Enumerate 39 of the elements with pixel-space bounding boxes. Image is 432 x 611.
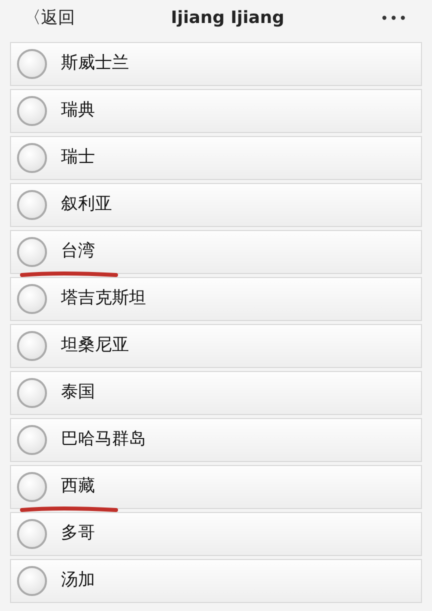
option-row[interactable]: 巴哈马群岛 [10, 418, 422, 462]
option-label: 泰国 [61, 381, 95, 404]
option-label: 汤加 [61, 569, 95, 592]
radio-button[interactable] [17, 472, 47, 502]
radio-button[interactable] [17, 49, 47, 79]
option-label: 叙利亚 [61, 193, 112, 216]
radio-button[interactable] [17, 425, 47, 455]
back-link[interactable]: 〈返回 [24, 6, 75, 32]
radio-button[interactable] [17, 378, 47, 408]
radio-button[interactable] [17, 519, 47, 549]
radio-button[interactable] [17, 96, 47, 126]
radio-button[interactable] [17, 331, 47, 361]
option-row[interactable]: 汤加 [10, 559, 422, 603]
option-row[interactable]: 多哥 [10, 512, 422, 556]
option-row[interactable]: 斯威士兰 [10, 42, 422, 86]
option-row[interactable]: 坦桑尼亚 [10, 324, 422, 368]
page-title: Ijiang Ijiang [170, 7, 284, 30]
option-label: 塔吉克斯坦 [61, 287, 146, 310]
option-row[interactable]: 瑞士 [10, 136, 422, 180]
option-label: 坦桑尼亚 [61, 334, 129, 358]
option-row[interactable]: 西藏 [10, 465, 422, 509]
option-label: 巴哈马群岛 [61, 428, 146, 452]
radio-button[interactable] [17, 143, 47, 173]
option-label: 西藏 [61, 475, 95, 498]
option-row[interactable]: 叙利亚 [10, 183, 422, 227]
radio-button[interactable] [17, 284, 47, 314]
option-label: 多哥 [61, 522, 95, 546]
more-button[interactable]: ••• [380, 8, 408, 30]
option-label: 瑞士 [61, 146, 95, 170]
option-label: 台湾 [61, 240, 95, 264]
option-row[interactable]: 塔吉克斯坦 [10, 277, 422, 321]
option-row[interactable]: 泰国 [10, 371, 422, 415]
option-label: 瑞典 [61, 99, 95, 122]
option-label: 斯威士兰 [61, 52, 129, 76]
option-row[interactable]: 台湾 [10, 230, 422, 274]
radio-button[interactable] [17, 566, 47, 596]
option-row[interactable]: 瑞典 [10, 89, 422, 133]
radio-button[interactable] [17, 237, 47, 267]
radio-button[interactable] [17, 190, 47, 220]
